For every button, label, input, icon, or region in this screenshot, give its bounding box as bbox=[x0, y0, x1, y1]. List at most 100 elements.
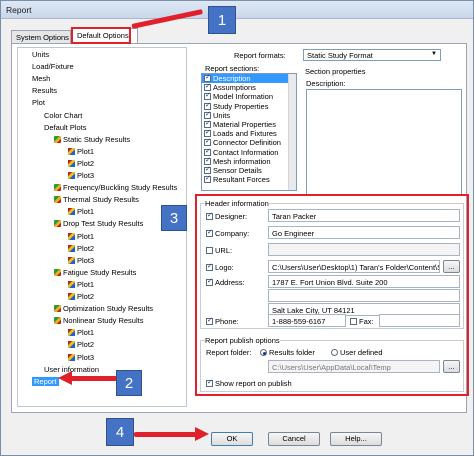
tree-node[interactable]: Optimization Study Results bbox=[54, 304, 153, 313]
ok-button[interactable]: OK bbox=[211, 432, 253, 446]
study-icon bbox=[54, 135, 61, 143]
tree-node[interactable]: Plot2 bbox=[68, 159, 94, 168]
section-item[interactable]: Study Properties bbox=[202, 101, 296, 111]
tree-node[interactable]: Plot1 bbox=[68, 232, 94, 241]
section-item[interactable]: Assumptions bbox=[202, 82, 296, 92]
tree-node[interactable]: Plot1 bbox=[68, 280, 94, 289]
section-item[interactable]: Loads and Fixtures bbox=[202, 128, 296, 139]
tree-node-label: Plot1 bbox=[77, 231, 95, 241]
section-label: Material Properties bbox=[213, 119, 276, 129]
arrow-2-head bbox=[58, 371, 72, 385]
sections-scrollbar[interactable] bbox=[288, 74, 296, 190]
tree-node[interactable]: Plot2 bbox=[68, 340, 94, 349]
section-label: Resultant Forces bbox=[213, 175, 270, 185]
chevron-down-icon: ▼ bbox=[431, 51, 437, 57]
tree-node[interactable]: Fatigue Study Results bbox=[54, 268, 136, 277]
section-checkbox[interactable] bbox=[204, 137, 211, 147]
section-checkbox[interactable] bbox=[204, 156, 211, 165]
cancel-button[interactable]: Cancel bbox=[268, 432, 320, 446]
tree-node[interactable]: Drop Test Study Results bbox=[54, 219, 143, 228]
tree-node[interactable]: Plot2 bbox=[68, 244, 94, 253]
header-highlight-box bbox=[195, 194, 469, 396]
section-item[interactable]: Contact Information bbox=[202, 147, 296, 157]
study-icon bbox=[54, 184, 61, 192]
section-label: Model Information bbox=[213, 92, 274, 102]
tree-node-label: Fatigue Study Results bbox=[63, 267, 137, 277]
tree-node[interactable]: Default Plots bbox=[44, 123, 87, 132]
section-item[interactable]: Units bbox=[202, 110, 296, 120]
section-label: Units bbox=[213, 110, 231, 120]
title-bar: Report bbox=[1, 1, 473, 19]
section-checkbox[interactable] bbox=[204, 74, 211, 82]
section-checkbox[interactable] bbox=[204, 101, 211, 110]
tree-node[interactable]: Plot bbox=[32, 98, 45, 107]
tree-node[interactable]: Plot1 bbox=[68, 328, 94, 337]
plot-icon bbox=[68, 329, 75, 337]
study-icon bbox=[54, 305, 61, 313]
tree-node[interactable]: Static Study Results bbox=[54, 135, 130, 144]
tree-node-label: Plot3 bbox=[77, 171, 95, 180]
section-checkbox[interactable] bbox=[204, 91, 211, 101]
section-checkbox[interactable] bbox=[204, 82, 211, 92]
tree-node[interactable]: Plot1 bbox=[68, 147, 94, 156]
section-checkbox[interactable] bbox=[204, 174, 211, 184]
section-item[interactable]: Description bbox=[202, 74, 296, 84]
tree-node-label: Plot2 bbox=[77, 243, 95, 253]
tree-node[interactable]: Units bbox=[32, 50, 49, 59]
section-item[interactable]: Material Properties bbox=[202, 119, 296, 129]
tree-node-label: Plot1 bbox=[77, 328, 95, 338]
tree-node[interactable]: Load/Fixture bbox=[32, 62, 74, 71]
tree-node-label: Plot1 bbox=[77, 207, 95, 217]
section-item[interactable]: Connector Definition bbox=[202, 137, 296, 147]
tree-node[interactable]: Mesh bbox=[32, 74, 50, 83]
section-checkbox[interactable] bbox=[204, 110, 211, 119]
callout-3: 3 bbox=[161, 205, 187, 231]
section-label: Description bbox=[213, 74, 251, 83]
tree-node[interactable]: Results bbox=[32, 86, 57, 95]
tree-node-label: Drop Test Study Results bbox=[63, 219, 144, 229]
section-checkbox[interactable] bbox=[204, 128, 211, 138]
report-format-select[interactable]: Static Study Format ▼ bbox=[303, 49, 441, 61]
tree-node[interactable]: Color Chart bbox=[44, 111, 82, 120]
section-checkbox[interactable] bbox=[204, 119, 211, 128]
tree-node-label: Plot3 bbox=[77, 255, 95, 265]
tree-node[interactable]: Plot3 bbox=[68, 256, 94, 265]
study-icon bbox=[54, 317, 61, 325]
tree-node[interactable]: Report bbox=[32, 376, 59, 386]
section-item[interactable]: Sensor Details bbox=[202, 165, 296, 175]
plot-icon bbox=[68, 256, 75, 264]
arrow-4 bbox=[134, 432, 196, 437]
tree-node[interactable]: Plot1 bbox=[68, 207, 94, 216]
tree-node[interactable]: Nonlinear Study Results bbox=[54, 316, 143, 325]
tree-node-label: Optimization Study Results bbox=[63, 304, 154, 314]
callout-1: 1 bbox=[208, 6, 236, 34]
plot-icon bbox=[68, 232, 75, 240]
section-item[interactable]: Resultant Forces bbox=[202, 174, 296, 185]
tree-node-label: Plot1 bbox=[77, 279, 95, 289]
section-item[interactable]: Model Information bbox=[202, 91, 296, 102]
help-button[interactable]: Help... bbox=[330, 432, 382, 446]
description-field[interactable] bbox=[306, 89, 462, 195]
window-title: Report bbox=[6, 5, 32, 15]
plot-icon bbox=[68, 172, 75, 179]
report-sections-label: Report sections: bbox=[205, 64, 260, 73]
section-label: Sensor Details bbox=[213, 165, 262, 175]
plot-icon bbox=[68, 208, 75, 216]
tree-node[interactable]: Plot3 bbox=[68, 171, 94, 180]
tree-node[interactable]: Plot2 bbox=[68, 292, 94, 301]
callout-4: 4 bbox=[106, 418, 134, 446]
tree-node-label: Units bbox=[32, 50, 50, 59]
section-label: Loads and Fixtures bbox=[213, 129, 277, 139]
report-sections-list[interactable]: DescriptionAssumptionsModel InformationS… bbox=[201, 73, 297, 191]
tree-node[interactable]: Frequency/Buckling Study Results bbox=[54, 183, 177, 192]
section-item[interactable]: Mesh information bbox=[202, 156, 296, 166]
section-checkbox[interactable] bbox=[204, 147, 211, 156]
tree-node-label: Static Study Results bbox=[63, 134, 131, 144]
section-checkbox[interactable] bbox=[204, 165, 211, 174]
report-format-value: Static Study Format bbox=[307, 51, 373, 60]
tab-system-options[interactable]: System Options bbox=[11, 30, 71, 43]
tree-node[interactable]: Thermal Study Results bbox=[54, 195, 139, 204]
tree-node[interactable]: Plot3 bbox=[68, 353, 94, 362]
tree-node-label: Plot2 bbox=[77, 340, 95, 350]
tree-node-label: Load/Fixture bbox=[32, 62, 74, 72]
